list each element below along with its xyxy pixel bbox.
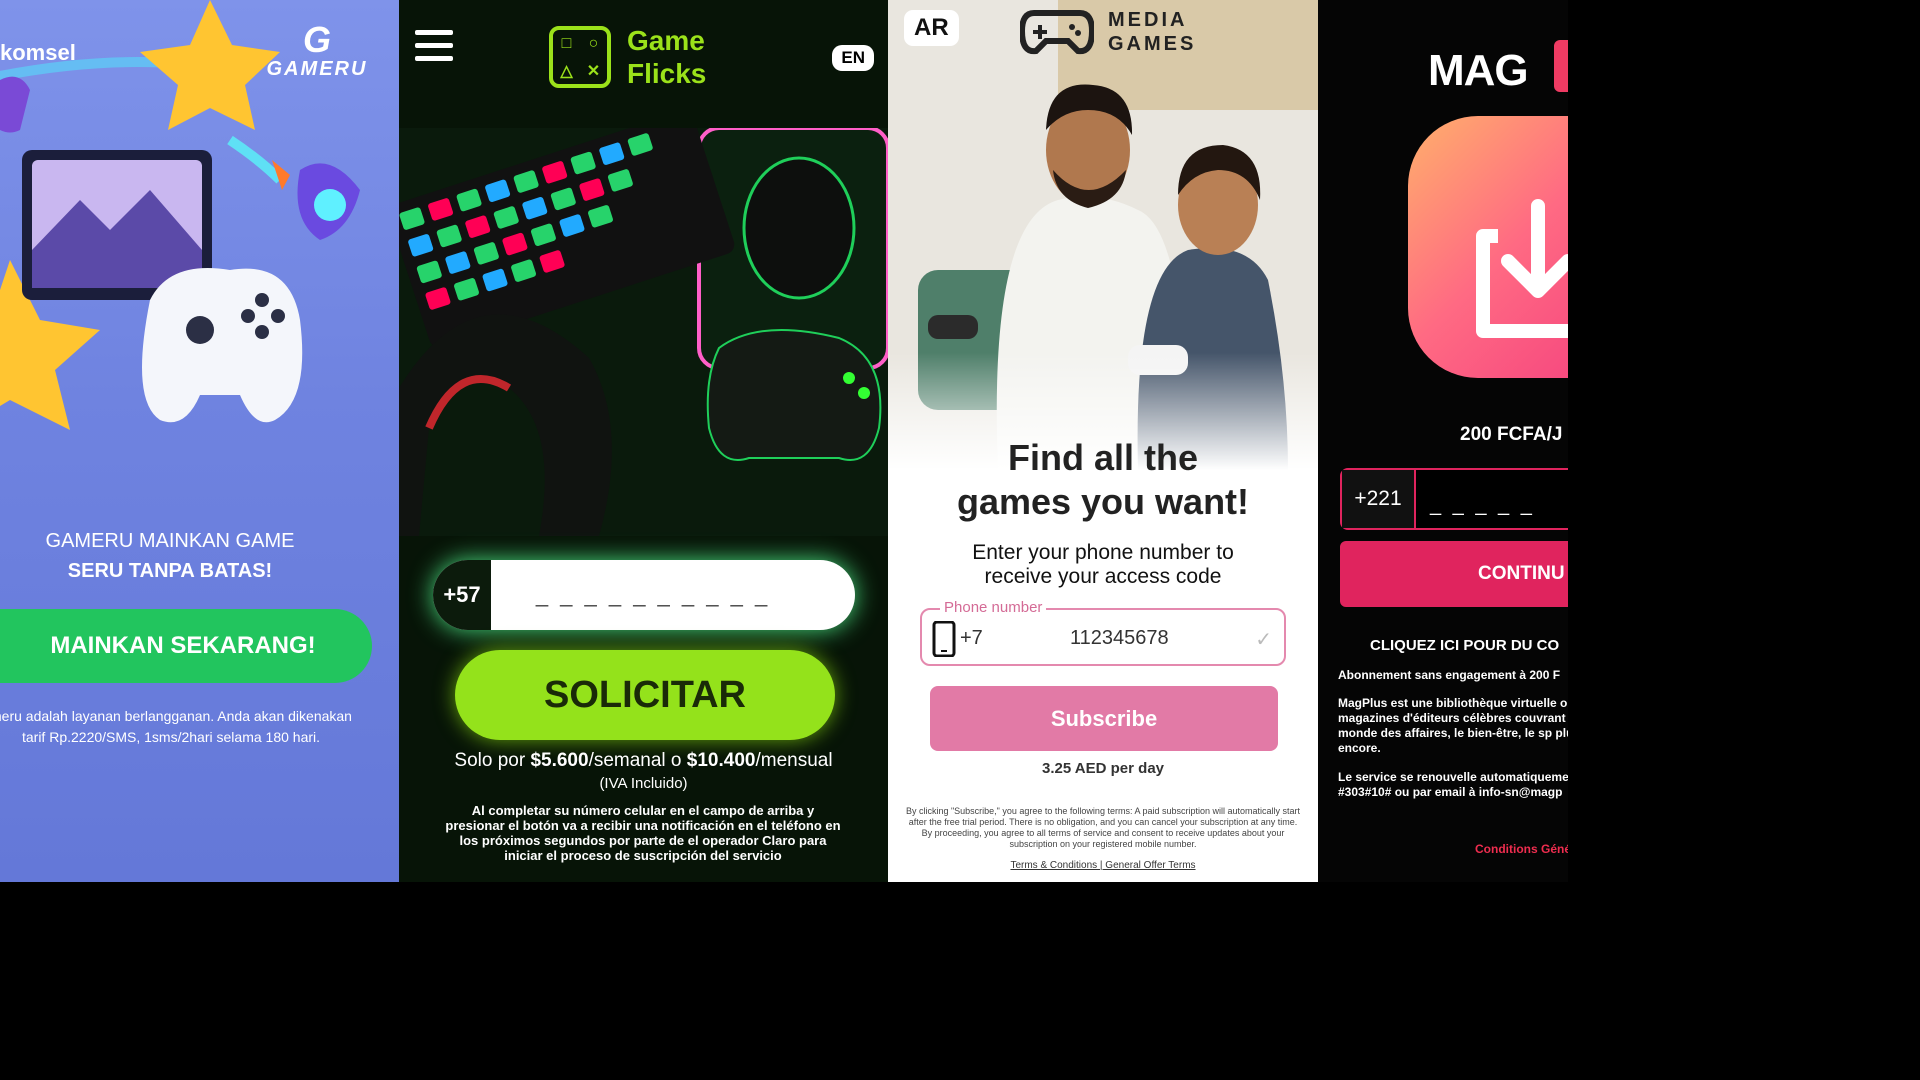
mediagames-logo-text: MEDIA GAMES	[1108, 8, 1196, 56]
headline-line-1: GAMERU MAINKAN GAME	[45, 530, 295, 552]
price-month: $10.400	[686, 750, 756, 771]
country-code: +57	[433, 560, 491, 630]
check-icon: ✓	[1255, 629, 1272, 651]
download-app-icon	[1408, 116, 1568, 378]
operator-logo: komsel	[0, 40, 76, 65]
magplus-logo: MAG	[1428, 46, 1529, 95]
logo-line-1: MEDIA	[1108, 9, 1188, 31]
mediagames-panel: AR MEDIA GAMES Find all the games you wa…	[888, 0, 1318, 882]
subheadline: Enter your phone number to receive your …	[972, 541, 1234, 588]
subscription-terms: meru adalah layanan berlangganan. Anda a…	[0, 708, 352, 745]
language-toggle[interactable]: AR	[904, 10, 959, 46]
gamepad-buttons-icon: □ ○ △ ✕	[549, 26, 611, 88]
price-week-unit: /semanal o	[588, 750, 687, 771]
price-text: Solo por $5.600/semanal o $10.400/mensua…	[399, 750, 888, 772]
magplus-panel: MAG 200 FCFA/J +221 _ _ _ _ _ CONTINU CL…	[1318, 0, 1568, 882]
price-text: 3.25 AED per day	[1042, 760, 1164, 777]
renewal-notice: Le service se renouvelle automatiqueme #…	[1338, 770, 1568, 799]
controller-logo-icon	[1020, 10, 1094, 55]
terms-links[interactable]: Terms & Conditions | General Offer Terms	[888, 860, 1318, 871]
terms-line-1: Abonnement sans engagement à 200 F	[1338, 668, 1561, 682]
gameflicks-logo-text: Game Flicks	[627, 25, 707, 89]
price-week: $5.600	[530, 750, 589, 771]
country-code: +7	[960, 627, 983, 649]
phone-number-field[interactable]: Phone number +7 112345678 ✓	[920, 599, 1286, 666]
subscription-terms: Al completar su número celular en el cam…	[445, 803, 841, 863]
service-description: MagPlus est une bibliothèque virtuelle o…	[1338, 696, 1568, 755]
phone-input[interactable]: +221 _ _ _ _ _	[1340, 468, 1568, 530]
menu-icon[interactable]	[415, 30, 453, 69]
price-month-unit: /mensual	[755, 750, 833, 771]
phone-input[interactable]: +57 _ _ _ _ _ _ _ _ _ _	[433, 560, 855, 630]
mediagames-logo: MEDIA GAMES	[1020, 8, 1196, 56]
plus-logo-mark	[1554, 40, 1568, 92]
price-lead: Solo por	[454, 750, 531, 771]
logo-line-2: GAMES	[1108, 33, 1197, 55]
headline: Find all the games you want!	[956, 437, 1250, 522]
gaming-gear-photo	[399, 128, 888, 536]
subscribe-button[interactable]: Subscribe	[930, 686, 1278, 751]
field-label: Phone number	[940, 599, 1047, 616]
phone-placeholder: _ _ _ _ _ _ _ _ _ _	[535, 582, 771, 607]
phone-value: 112345678	[1070, 627, 1169, 649]
gameru-logo: G GAMERU	[257, 22, 377, 81]
gameru-logo-mark: G	[302, 19, 331, 60]
gameflicks-panel: □ ○ △ ✕ Game Flicks EN +57 _ _ _ _ _ _ _ _ …	[399, 0, 888, 882]
subscription-terms: By clicking "Subscribe," you agree to th…	[905, 806, 1301, 849]
father-son-gaming-photo	[888, 0, 1318, 470]
mobile-phone-icon	[932, 621, 956, 657]
click-here-text[interactable]: CLIQUEZ ICI POUR DU CO	[1370, 637, 1559, 654]
price-text: 200 FCFA/J	[1460, 424, 1563, 445]
country-code: +221	[1342, 470, 1416, 528]
conditions-link[interactable]: Conditions Géné	[1475, 842, 1568, 856]
gameflicks-logo: □ ○ △ ✕ Game Flicks	[549, 24, 737, 90]
download-icon	[1476, 199, 1568, 338]
tax-note: (IVA Incluido)	[599, 775, 688, 792]
play-now-button[interactable]: MAINKAN SEKARANG!	[0, 609, 372, 683]
continue-button[interactable]: CONTINU	[1340, 541, 1568, 607]
gameru-panel: komsel G GAMERU GAMERU MAINKAN GAME SERU…	[0, 0, 399, 882]
headline-line-2: SERU TANPA BATAS!	[67, 560, 273, 582]
request-button[interactable]: SOLICITAR	[455, 650, 835, 740]
language-toggle[interactable]: EN	[832, 45, 874, 71]
gameru-logo-text: GAMERU	[266, 58, 368, 80]
